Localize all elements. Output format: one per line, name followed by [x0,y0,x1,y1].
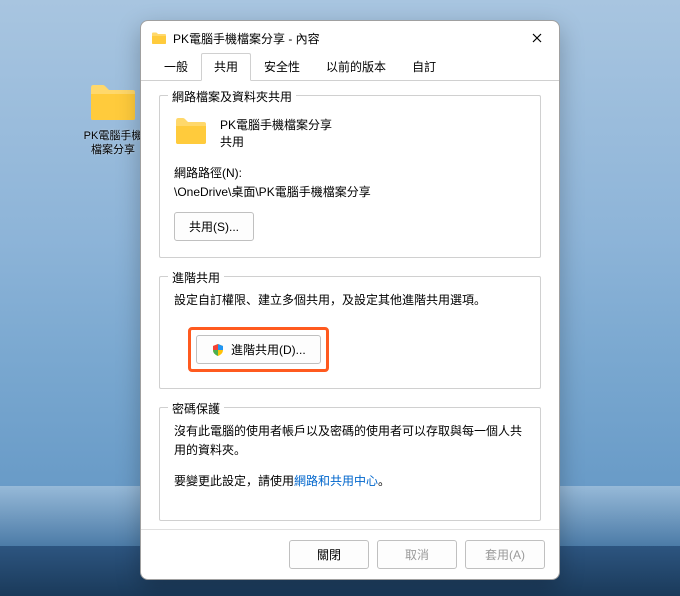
close-icon [531,32,543,44]
advanced-share-legend: 進階共用 [168,269,224,286]
close-button[interactable] [525,26,549,50]
title-bar: PK電腦手機檔案分享 - 內容 [141,21,559,55]
password-protect-legend: 密碼保護 [168,400,224,417]
folder-icon [174,116,208,146]
folder-icon [89,80,137,122]
password-protect-description: 沒有此電腦的使用者帳戶以及密碼的使用者可以存取與每一個人共用的資料夾。 [174,422,526,460]
properties-dialog: PK電腦手機檔案分享 - 內容 一般 共用 安全性 以前的版本 自訂 網路檔案及… [140,20,560,580]
advanced-share-button[interactable]: 進階共用(D)... [196,335,321,364]
share-status: 共用 [220,133,332,150]
network-path-label: 網路路徑(N): [174,164,526,181]
tab-general[interactable]: 一般 [151,53,201,81]
window-title: PK電腦手機檔案分享 - 內容 [173,30,525,47]
network-path-value: \OneDrive\桌面\PK電腦手機檔案分享 [174,183,526,200]
tab-customize[interactable]: 自訂 [399,53,449,81]
apply-button[interactable]: 套用(A) [465,540,545,569]
network-share-legend: 網路檔案及資料夾共用 [168,88,296,105]
tab-content: 網路檔案及資料夾共用 PK電腦手機檔案分享 共用 網路路徑(N): \OneDr… [141,81,559,529]
password-protect-change: 要變更此設定，請使用網路和共用中心。 [174,472,526,491]
folder-icon [151,31,167,45]
network-sharing-center-link[interactable]: 網路和共用中心 [294,474,378,488]
tab-sharing[interactable]: 共用 [201,53,251,81]
desktop-folder-shortcut[interactable]: PK電腦手機 檔案分享 [78,80,148,157]
cancel-button[interactable]: 取消 [377,540,457,569]
password-protect-group: 密碼保護 沒有此電腦的使用者帳戶以及密碼的使用者可以存取與每一個人共用的資料夾。… [159,407,541,521]
share-button[interactable]: 共用(S)... [174,212,254,241]
shared-folder-name: PK電腦手機檔案分享 [220,116,332,133]
tab-security[interactable]: 安全性 [251,53,313,81]
tab-previous-versions[interactable]: 以前的版本 [313,53,399,81]
desktop-icon-label: PK電腦手機 檔案分享 [78,129,148,157]
advanced-share-group: 進階共用 設定自訂權限、建立多個共用，及設定其他進階共用選項。 進階共用(D).… [159,276,541,389]
network-share-group: 網路檔案及資料夾共用 PK電腦手機檔案分享 共用 網路路徑(N): \OneDr… [159,95,541,258]
dialog-button-row: 關閉 取消 套用(A) [141,529,559,579]
tab-bar: 一般 共用 安全性 以前的版本 自訂 [141,55,559,81]
advanced-share-description: 設定自訂權限、建立多個共用，及設定其他進階共用選項。 [174,291,526,309]
close-dialog-button[interactable]: 關閉 [289,540,369,569]
shield-icon [211,343,225,357]
tutorial-highlight: 進階共用(D)... [188,327,329,372]
advanced-share-button-label: 進階共用(D)... [231,341,306,358]
